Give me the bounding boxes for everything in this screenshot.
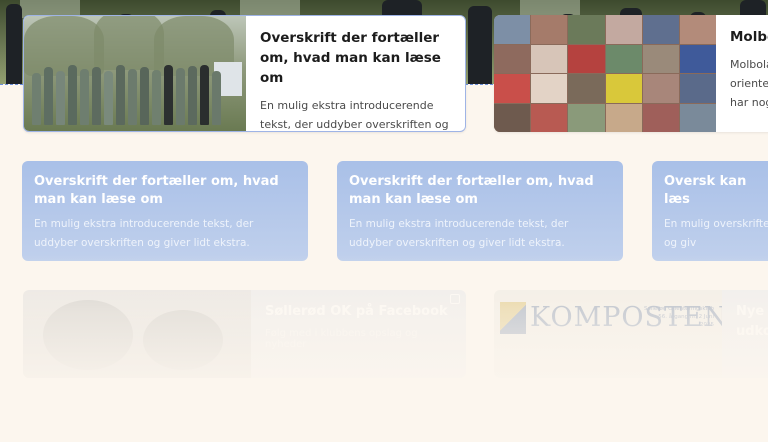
link-card[interactable]: Overskrift der fortæller om, hvad man ka…	[22, 161, 308, 261]
feature-card-text: En mulig ekstra introducerende tekst, de…	[260, 99, 449, 131]
facebook-card-text: Følg med i klubbens opslag og nyheder	[265, 328, 418, 350]
link-card-text: En mulig ekstra introducerende tekst, de…	[34, 218, 254, 249]
feature-card[interactable]: Molbo Molbola orienter har nog	[494, 15, 768, 132]
link-card-text: En mulig overskrifte og giv	[664, 218, 768, 249]
link-card-title: Overskrift der fortæller om, hvad man ka…	[34, 174, 279, 207]
facebook-image	[23, 290, 251, 378]
komposten-card-title: Nye udko	[736, 304, 768, 339]
komposten-logo-icon	[500, 302, 526, 334]
feature-card-body: Molbo Molbola orienter har nog	[716, 15, 768, 132]
link-card-title: Oversk kan læs	[664, 174, 747, 207]
komposten-card-body: Nye udko	[722, 290, 768, 378]
komposten-card[interactable]: KOMPOSTEN Søllerød Orienteringsklub 56. …	[494, 290, 768, 378]
feature-card-body: Overskrift der fortæller om, hvad man ka…	[246, 16, 465, 131]
link-card-title: Overskrift der fortæller om, hvad man ka…	[349, 174, 594, 207]
link-card[interactable]: Overskrift der fortæller om, hvad man ka…	[337, 161, 623, 261]
facebook-card-body: Søllerød OK på Facebook Følg med i klubb…	[251, 290, 466, 378]
feature-card-text: Molbola orienter har nog	[730, 58, 768, 109]
group-photo-image	[24, 16, 246, 131]
feature-card-title[interactable]: Molbo	[730, 27, 768, 47]
komposten-cover-image: KOMPOSTEN Søllerød Orienteringsklub 56. …	[494, 290, 722, 378]
komposten-logo-subtitle: Søllerød Orienteringsklub 56. årgang nr.…	[644, 306, 715, 328]
link-card-text: En mulig ekstra introducerende tekst, de…	[349, 218, 569, 249]
facebook-card[interactable]: Søllerød OK på Facebook Følg med i klubb…	[23, 290, 466, 378]
page: Overskrift der fortæller om, hvad man ka…	[0, 0, 768, 442]
link-card[interactable]: Oversk kan læs En mulig overskrifte og g…	[652, 161, 768, 261]
feature-card[interactable]: Overskrift der fortæller om, hvad man ka…	[23, 15, 466, 132]
facebook-card-title: Søllerød OK på Facebook	[265, 304, 448, 319]
feature-card-title[interactable]: Overskrift der fortæller om, hvad man ka…	[260, 28, 451, 88]
external-link-icon	[450, 294, 460, 304]
photo-collage-image	[494, 15, 716, 132]
